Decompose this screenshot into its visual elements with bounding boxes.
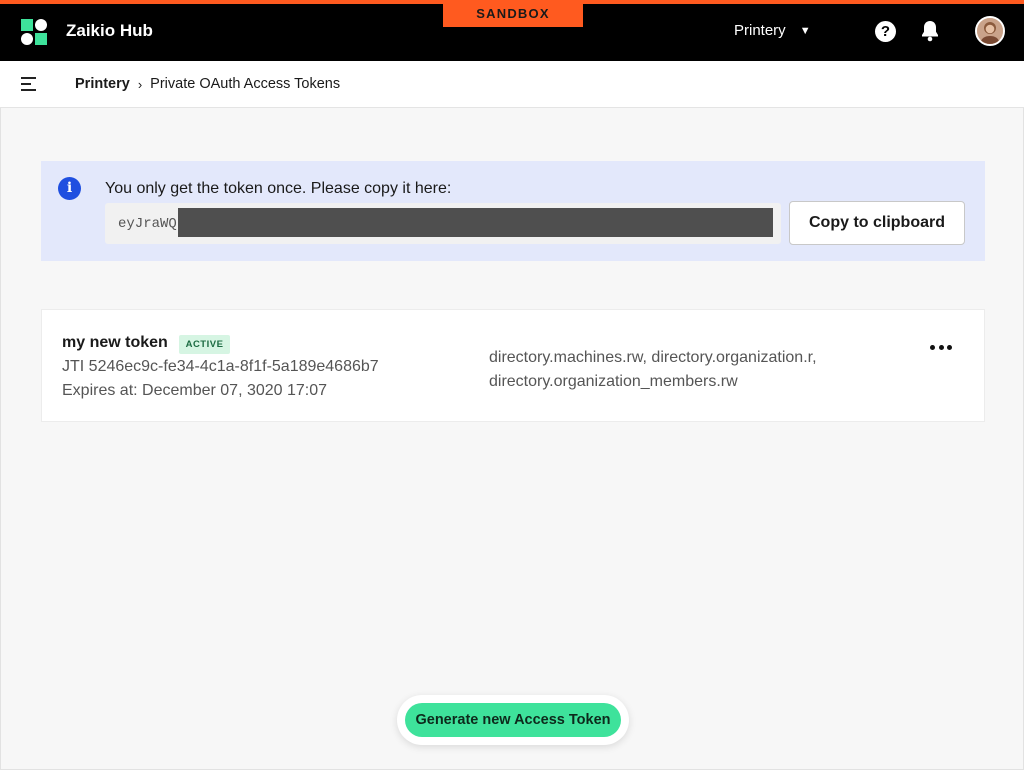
copy-to-clipboard-button[interactable]: Copy to clipboard <box>789 201 965 245</box>
token-redaction <box>178 208 773 237</box>
breadcrumb-root-link[interactable]: Printery <box>75 76 130 92</box>
organization-selector[interactable]: Printery ▼ <box>734 22 811 39</box>
more-dot <box>930 344 935 350</box>
breadcrumb-bar: Printery › Private OAuth Access Tokens <box>0 61 1024 108</box>
more-dot <box>947 344 952 350</box>
organization-name: Printery <box>734 22 786 39</box>
token-field[interactable]: eyJraWQ <box>105 203 781 244</box>
more-options-icon[interactable] <box>930 340 952 354</box>
token-scopes: directory.machines.rw, directory.organiz… <box>489 349 817 390</box>
info-icon: i <box>58 177 81 200</box>
generate-access-token-button[interactable]: Generate new Access Token <box>405 703 621 737</box>
alert-message: You only get the token once. Please copy… <box>105 180 452 197</box>
sandbox-badge: SANDBOX <box>443 4 583 27</box>
token-expiry: Expires at: December 07, 3020 17:07 <box>62 382 328 399</box>
token-name: my new token <box>62 334 168 351</box>
token-alert: i You only get the token once. Please co… <box>41 161 985 261</box>
menu-icon[interactable] <box>21 77 38 91</box>
logo-icon[interactable] <box>21 19 47 45</box>
generate-button-container: Generate new Access Token <box>397 695 629 745</box>
token-value[interactable]: eyJraWQ <box>118 216 177 232</box>
chevron-right-icon: › <box>137 76 143 92</box>
chevron-down-icon: ▼ <box>799 24 811 37</box>
breadcrumb: Printery › Private OAuth Access Tokens <box>75 76 340 92</box>
token-jti: JTI 5246ec9c-fe34-4c1a-8f1f-5a189e4686b7 <box>62 358 379 375</box>
breadcrumb-current: Private OAuth Access Tokens <box>150 76 341 92</box>
top-navbar: SANDBOX Zaikio Hub Printery ▼ ? <box>0 4 1024 61</box>
bell-icon[interactable] <box>920 20 940 42</box>
more-dot <box>938 344 944 350</box>
avatar[interactable] <box>975 16 1005 46</box>
token-card: my new token ACTIVE JTI 5246ec9c-fe34-4c… <box>41 309 985 422</box>
help-icon[interactable]: ? <box>875 21 896 42</box>
status-badge: ACTIVE <box>179 335 230 354</box>
app-name[interactable]: Zaikio Hub <box>66 21 153 41</box>
